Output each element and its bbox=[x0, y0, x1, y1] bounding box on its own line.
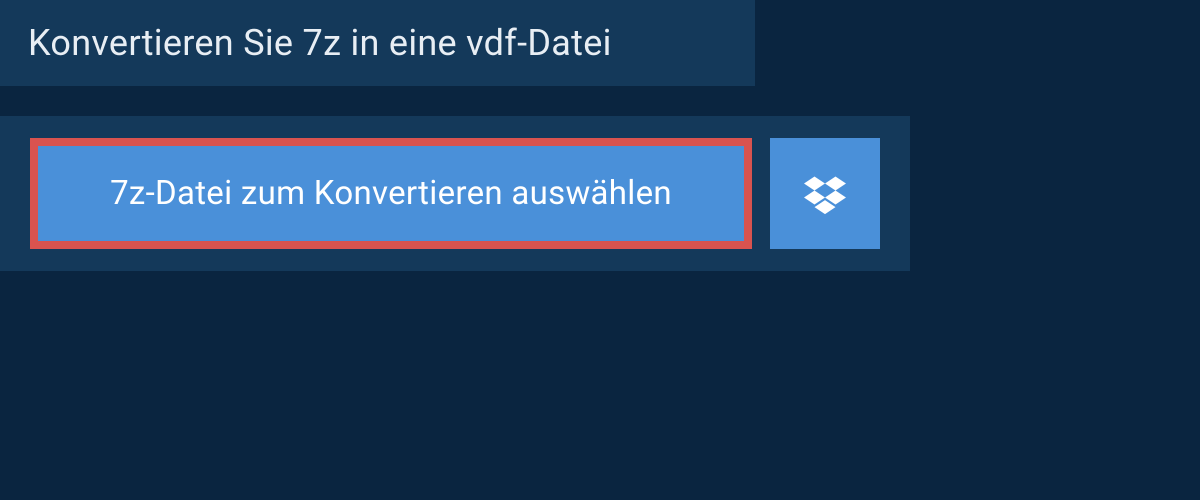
select-file-label: 7z-Datei zum Konvertieren auswählen bbox=[110, 174, 672, 213]
action-panel: 7z-Datei zum Konvertieren auswählen bbox=[0, 116, 910, 271]
select-file-button[interactable]: 7z-Datei zum Konvertieren auswählen bbox=[30, 138, 752, 249]
dropbox-button[interactable] bbox=[770, 138, 880, 249]
dropbox-icon bbox=[804, 173, 846, 215]
header-bar: Konvertieren Sie 7z in eine vdf-Datei bbox=[0, 0, 755, 86]
page-title: Konvertieren Sie 7z in eine vdf-Datei bbox=[28, 22, 727, 64]
